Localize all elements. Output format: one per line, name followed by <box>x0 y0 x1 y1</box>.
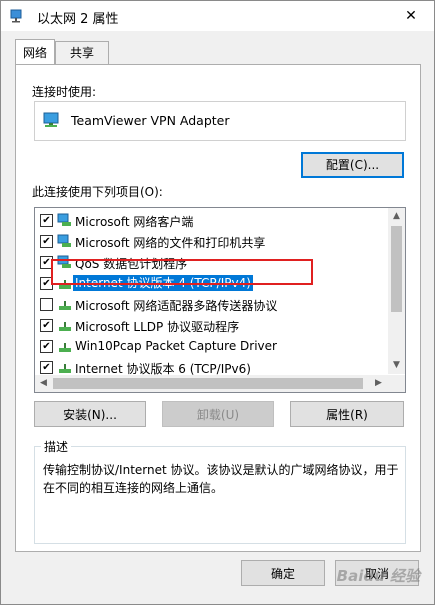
window-title: 以太网 2 属性 <box>37 12 119 27</box>
item-checkbox[interactable]: ✔ <box>40 340 53 353</box>
description-group: 描述 传输控制协议/Internet 协议。该协议是默认的广域网络协议，用于在不… <box>34 438 406 544</box>
red-highlight-box <box>51 259 313 285</box>
tab-network[interactable]: 网络 <box>15 39 55 64</box>
close-button[interactable]: ✕ <box>388 1 434 31</box>
list-item[interactable]: Microsoft 网络适配器多路传送器协议 <box>35 294 387 315</box>
items-label: 此连接使用下列项目(O): <box>32 185 163 199</box>
item-label: Microsoft 网络客户端 <box>75 215 194 229</box>
protocol-icon <box>59 322 71 331</box>
description-legend: 描述 <box>41 438 72 455</box>
properties-button[interactable]: 属性(R) <box>290 401 404 427</box>
item-label: Microsoft LLDP 协议驱动程序 <box>75 320 240 334</box>
protocol-icon <box>59 364 71 373</box>
watermark: Baidu 经验 <box>336 567 420 585</box>
list-item[interactable]: ✔ Microsoft LLDP 协议驱动程序 <box>35 315 387 336</box>
scroll-right-icon[interactable]: ▶ <box>370 375 387 392</box>
properties-dialog: 以太网 2 属性 ✕ 网络 共享 连接时使用: TeamViewer VPN A… <box>0 0 435 605</box>
scroll-left-icon[interactable]: ◀ <box>35 375 52 392</box>
configure-button[interactable]: 配置(C)... <box>301 152 404 178</box>
item-label: Win10Pcap Packet Capture Driver <box>75 339 277 353</box>
components-list[interactable]: ✔ Microsoft 网络客户端 ✔ Microsoft 网络的文件和打印机共… <box>34 207 406 393</box>
description-text: 传输控制协议/Internet 协议。该协议是默认的广域网络协议，用于在不同的相… <box>43 463 399 495</box>
vertical-scrollbar[interactable]: ▲ ▼ <box>388 208 405 374</box>
uninstall-button[interactable]: 卸载(U) <box>162 401 274 427</box>
scroll-thumb[interactable] <box>391 226 402 312</box>
item-checkbox[interactable]: ✔ <box>40 361 53 374</box>
ok-button[interactable]: 确定 <box>241 560 325 586</box>
adapter-name: TeamViewer VPN Adapter <box>71 113 230 128</box>
item-label: Microsoft 网络的文件和打印机共享 <box>75 236 266 250</box>
item-checkbox[interactable]: ✔ <box>40 319 53 332</box>
title-bar[interactable]: 以太网 2 属性 ✕ <box>1 1 434 31</box>
network-tab-panel: 连接时使用: TeamViewer VPN Adapter 配置(C)... 此… <box>15 64 421 552</box>
connect-using-label: 连接时使用: <box>32 85 97 99</box>
list-item[interactable]: ✔ Win10Pcap Packet Capture Driver <box>35 336 387 357</box>
adapter-box: TeamViewer VPN Adapter <box>34 101 406 141</box>
item-checkbox[interactable]: ✔ <box>40 235 53 248</box>
network-client-icon <box>57 213 71 226</box>
tab-sharing[interactable]: 共享 <box>55 41 109 64</box>
protocol-icon <box>59 343 71 352</box>
protocol-icon <box>59 301 71 310</box>
horizontal-scrollbar[interactable]: ◀ ▶ <box>35 375 405 392</box>
network-adapter-icon <box>10 9 22 23</box>
file-share-icon <box>57 234 71 247</box>
item-checkbox[interactable] <box>40 298 53 311</box>
scroll-down-icon[interactable]: ▼ <box>388 357 405 374</box>
list-item[interactable]: ✔ Microsoft 网络的文件和打印机共享 <box>35 231 387 252</box>
scroll-up-icon[interactable]: ▲ <box>388 208 405 225</box>
adapter-icon <box>43 112 59 127</box>
install-button[interactable]: 安装(N)... <box>34 401 146 427</box>
item-checkbox[interactable]: ✔ <box>40 214 53 227</box>
list-item[interactable]: ✔ Microsoft 网络客户端 <box>35 210 387 231</box>
hscroll-thumb[interactable] <box>53 378 363 389</box>
item-label: Microsoft 网络适配器多路传送器协议 <box>75 299 278 313</box>
